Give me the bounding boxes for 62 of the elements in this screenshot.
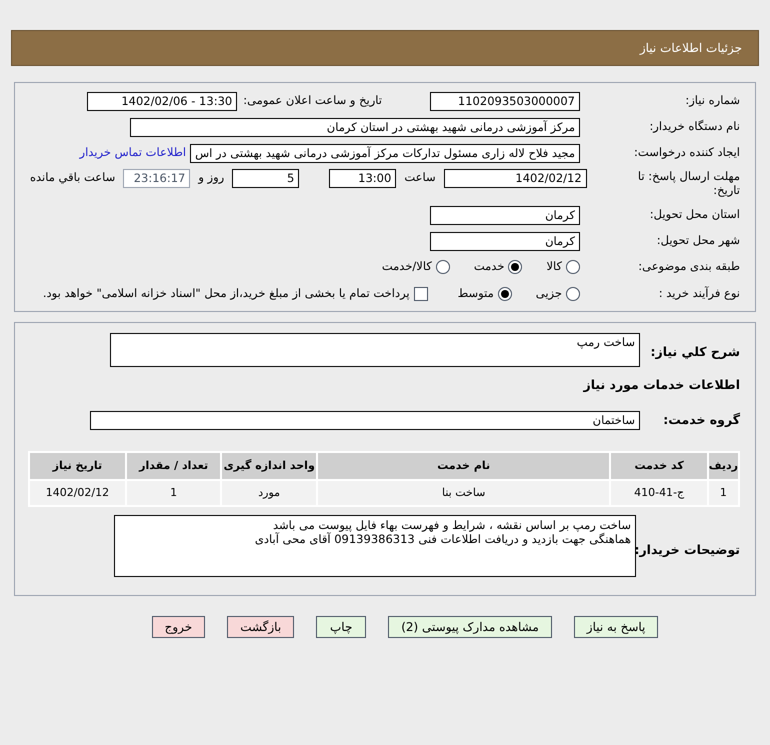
field-label: ایجاد کننده درخواست:	[633, 144, 740, 162]
checkbox[interactable]	[414, 287, 428, 301]
summary-field[interactable]: ساخت رمپ	[110, 333, 640, 367]
field-label: گروه خدمت:	[662, 410, 740, 429]
text-field[interactable]: مجید فلاح لاله زاری مسئول تدارکات مرکز آموزشی درمانی شهید بهشتی در اس	[190, 144, 580, 162]
column-header: تاریخ نیاز	[30, 452, 125, 479]
text-field[interactable]: 13:00	[329, 169, 396, 188]
radio-label: کالا	[546, 258, 562, 276]
table-cell: 1	[708, 480, 738, 505]
text-field[interactable]: ساختمان	[90, 410, 640, 430]
column-header: نام خدمت	[318, 452, 610, 479]
action-button[interactable]: مشاهده مدارک پیوستی (2)	[388, 616, 552, 638]
table-cell: مورد	[222, 480, 316, 505]
column-header: واحد اندازه گیری	[222, 452, 316, 479]
action-button[interactable]: خروج	[152, 616, 206, 638]
field-label: شماره نیاز:	[684, 92, 740, 110]
radio-button[interactable]	[566, 287, 580, 301]
table-cell: ساخت بنا	[318, 480, 610, 505]
field-label: مهلت ارسال پاسخ: تا تاریخ:	[636, 169, 740, 197]
radio-button[interactable]	[566, 260, 580, 274]
contact-link[interactable]: اطلاعات تماس خریدار	[80, 144, 186, 162]
field-label: استان محل تحویل:	[648, 206, 740, 224]
notes-line: هماهنگی جهت بازدید و دریافت اطلاعات فنی 09139386313 آقای محی آبادی	[254, 532, 631, 546]
radio-label: کالا/خدمت	[382, 258, 432, 276]
text-field[interactable]: مرکز آموزشی درمانی شهید بهشتی در استان کرمان	[130, 118, 580, 136]
field-label: نام دستگاه خریدار:	[648, 118, 740, 136]
table-cell: 1402/02/12	[30, 480, 125, 505]
page-title: جزئیات اطلاعات نیاز	[640, 40, 742, 57]
radio-label: جزیی	[536, 285, 562, 302]
field-label: تاریخ و ساعت اعلان عمومی:	[243, 92, 382, 110]
text-field[interactable]: 1102093503000007	[430, 92, 580, 110]
text-field[interactable]: 1402/02/06 - 13:30	[87, 92, 238, 110]
field-label: نوع فرآیند خرید :	[658, 285, 740, 302]
radio-button[interactable]	[436, 260, 450, 274]
field-label: شهر محل تحویل:	[656, 232, 740, 250]
radio-button[interactable]	[498, 287, 512, 301]
text-field[interactable]: 1402/02/12	[444, 169, 587, 188]
field-label: روز و	[198, 169, 224, 186]
field-label: طبقه بندی موضوعی:	[637, 258, 740, 276]
text-field[interactable]: کرمان	[430, 232, 580, 250]
action-button[interactable]: چاپ	[316, 616, 366, 638]
column-header: ردیف	[708, 452, 738, 479]
table-cell: ج-41-410	[611, 480, 707, 505]
action-button[interactable]: پاسخ به نیاز	[574, 616, 658, 638]
column-header: تعداد / مقدار	[126, 452, 220, 479]
section-heading: اطلاعات خدمات مورد نیاز	[582, 376, 740, 394]
radio-label: خدمت	[474, 258, 504, 276]
table-cell: 1	[126, 480, 220, 505]
field-label: شرح کلي نياز:	[650, 343, 740, 361]
checkbox-label: پرداخت تمام یا بخشی از مبلغ خرید،از محل "اسناد خزانه اسلامی" خواهد بود.	[42, 285, 410, 302]
field-label: توضیحات خریدار:	[636, 540, 740, 559]
text-field[interactable]: 5	[232, 169, 300, 188]
text-field[interactable]: کرمان	[430, 206, 580, 224]
radio-label: متوسط	[458, 285, 494, 302]
countdown-field[interactable]: 23:16:17	[123, 169, 190, 188]
action-button[interactable]: بازگشت	[227, 616, 294, 638]
radio-button[interactable]	[508, 260, 522, 274]
field-label: ساعت	[404, 169, 436, 186]
field-label: ساعت باقي مانده	[30, 169, 116, 186]
column-header: کد خدمت	[611, 452, 707, 479]
notes-field[interactable]: ساخت رمپ بر اساس نقشه ، شرایط و فهرست بهاء فایل پیوست می باشد هماهنگی جهت بازدید و دریافت اطلاعات فنی 09139386313 آقای محی آبادی	[114, 514, 636, 577]
notes-line: ساخت رمپ بر اساس نقشه ، شرایط و فهرست بهاء فایل پیوست می باشد	[272, 518, 631, 532]
